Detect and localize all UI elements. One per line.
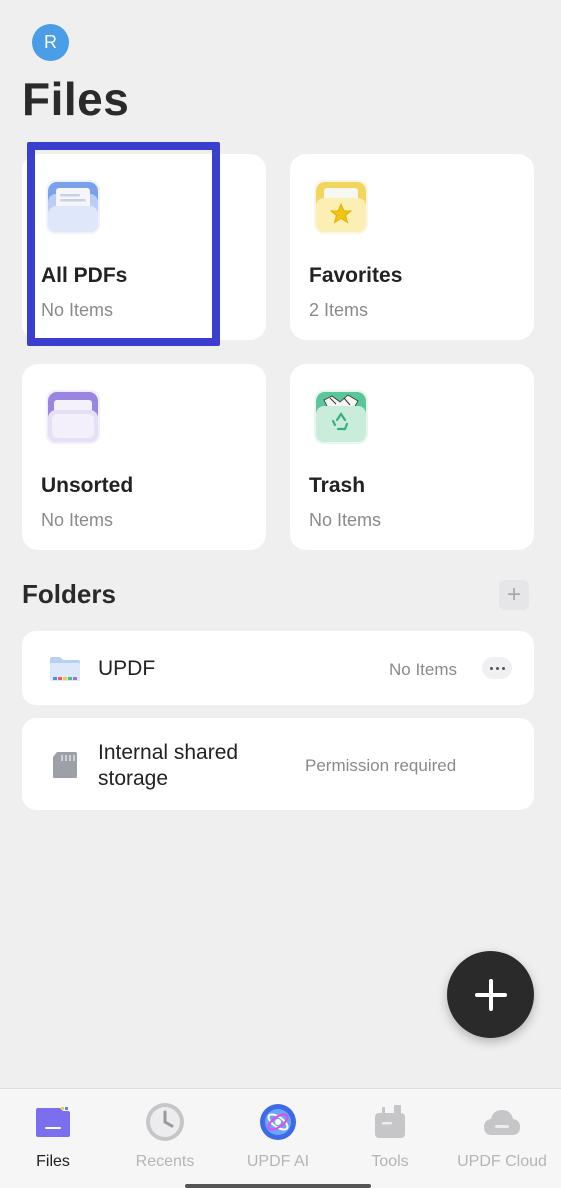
add-fab-button[interactable] bbox=[447, 951, 534, 1038]
card-count: No Items bbox=[41, 300, 114, 320]
avatar-initial: R bbox=[44, 32, 57, 52]
home-indicator[interactable] bbox=[185, 1184, 371, 1188]
folder-row-internal-storage[interactable]: Internal shared storage Permission requi… bbox=[22, 718, 534, 810]
trash-icon bbox=[310, 386, 372, 448]
plus-icon bbox=[474, 978, 507, 1011]
folder-row-updf[interactable]: UPDF No Items bbox=[22, 631, 534, 705]
favorites-icon bbox=[310, 176, 372, 238]
card-title: All PDFs bbox=[41, 264, 128, 287]
card-all-pdfs[interactable]: All PDFs No Items bbox=[22, 154, 266, 340]
card-favorites[interactable]: Favorites 2 Items bbox=[290, 154, 534, 340]
card-title: Unsorted bbox=[41, 474, 134, 497]
nav-updf-ai[interactable]: UPDF AI bbox=[222, 1089, 334, 1188]
sd-card-icon bbox=[52, 751, 78, 784]
files-screen: R Files All PDFs No Items Favorites 2 It… bbox=[0, 0, 561, 1188]
more-icon-dot bbox=[489, 666, 493, 670]
updf-ai-icon bbox=[257, 1101, 299, 1143]
more-button[interactable] bbox=[482, 657, 512, 679]
folders-heading: Folders bbox=[22, 579, 116, 609]
card-count: 2 Items bbox=[309, 300, 369, 320]
folder-status: No Items bbox=[389, 660, 458, 679]
more-icon-dot bbox=[501, 666, 505, 670]
folder-name: Internal shared storage bbox=[98, 741, 239, 790]
card-title: Trash bbox=[309, 474, 366, 497]
bottom-nav: Files Recents UPDF AI Tools UPDF Cloud bbox=[0, 1088, 561, 1188]
card-unsorted[interactable]: Unsorted No Items bbox=[22, 364, 266, 550]
clock-icon bbox=[144, 1101, 186, 1143]
page-title: Files bbox=[22, 73, 130, 125]
all-pdfs-icon bbox=[42, 176, 104, 238]
card-count: No Items bbox=[41, 510, 114, 530]
add-folder-button[interactable]: + bbox=[499, 580, 529, 610]
nav-label: UPDF AI bbox=[246, 1153, 310, 1170]
nav-updf-cloud[interactable]: UPDF Cloud bbox=[446, 1089, 558, 1188]
cloud-icon bbox=[481, 1101, 523, 1143]
profile-avatar[interactable]: R bbox=[32, 24, 69, 61]
tools-icon bbox=[369, 1101, 411, 1143]
nav-recents[interactable]: Recents bbox=[109, 1089, 221, 1188]
nav-label: UPDF Cloud bbox=[457, 1153, 547, 1170]
nav-label: Tools bbox=[371, 1153, 409, 1170]
card-trash[interactable]: Trash No Items bbox=[290, 364, 534, 550]
nav-files[interactable]: Files bbox=[0, 1089, 109, 1188]
files-icon bbox=[32, 1101, 74, 1143]
folder-status: Permission required bbox=[305, 756, 457, 775]
card-title: Favorites bbox=[309, 264, 403, 287]
nav-tools[interactable]: Tools bbox=[334, 1089, 446, 1188]
plus-icon: + bbox=[506, 581, 521, 608]
folder-icon bbox=[49, 655, 81, 688]
nav-label: Recents bbox=[135, 1153, 195, 1170]
nav-label: Files bbox=[36, 1153, 70, 1170]
folder-name: UPDF bbox=[98, 657, 156, 680]
more-icon-dot bbox=[495, 666, 499, 670]
card-count: No Items bbox=[309, 510, 382, 530]
unsorted-icon bbox=[42, 386, 104, 448]
